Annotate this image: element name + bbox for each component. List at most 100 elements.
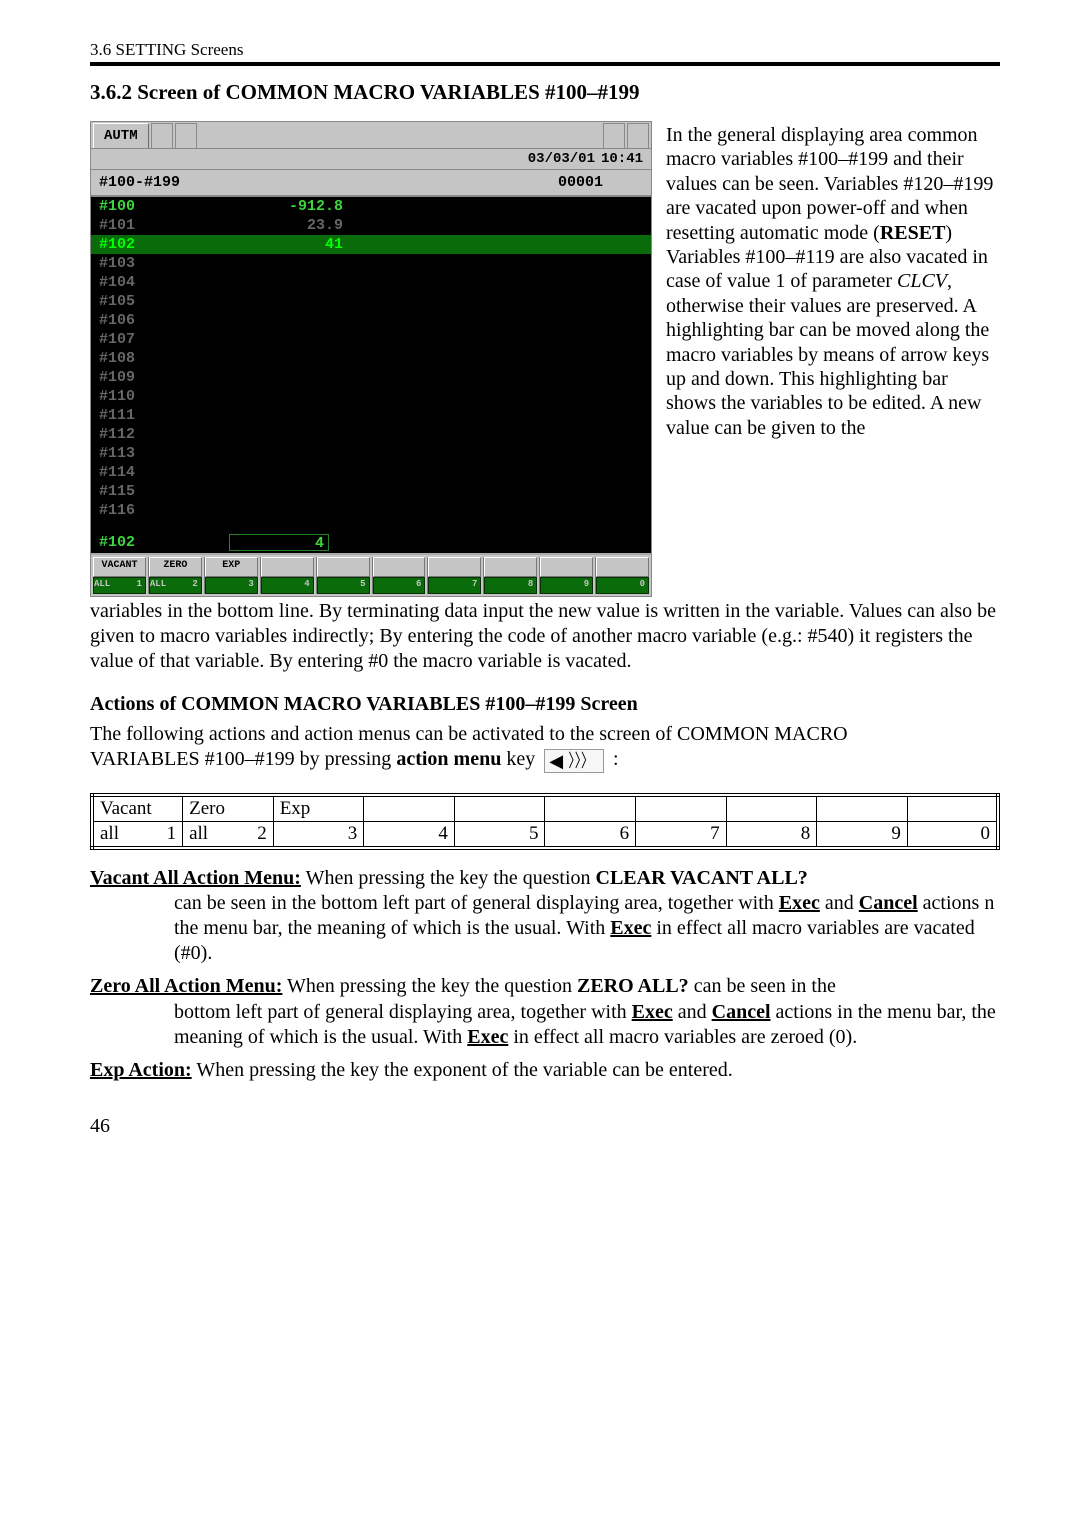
- tab-blank-2[interactable]: [175, 123, 197, 148]
- softkey[interactable]: 4: [260, 557, 314, 594]
- input-value[interactable]: 4: [229, 534, 329, 551]
- macro-id: #102: [99, 236, 169, 253]
- macro-id: #116: [99, 502, 169, 519]
- macro-value: [169, 388, 643, 405]
- softkey-bot: ALL1: [93, 577, 146, 594]
- macro-id: #104: [99, 274, 169, 291]
- def-zero-all: Zero All Action Menu: When pressing the …: [90, 974, 1000, 1050]
- tab-blank-4[interactable]: [627, 123, 649, 148]
- menu-cell-num[interactable]: 3: [273, 821, 364, 848]
- softkey-top: [428, 557, 481, 577]
- softkey[interactable]: 5: [316, 557, 370, 594]
- macro-variable-row[interactable]: #106: [91, 311, 651, 330]
- macro-variable-row[interactable]: #105: [91, 292, 651, 311]
- spacer: [91, 520, 651, 532]
- macro-id: #112: [99, 426, 169, 443]
- menu-cell[interactable]: Vacant: [92, 795, 183, 822]
- macro-variable-row[interactable]: #103: [91, 254, 651, 273]
- softkey[interactable]: 7: [427, 557, 481, 594]
- menu-cell[interactable]: [364, 795, 455, 822]
- def-vacant-body: can be seen in the bottom left part of g…: [174, 891, 1000, 967]
- macro-variable-row[interactable]: #116: [91, 501, 651, 520]
- macro-variable-row[interactable]: #113: [91, 444, 651, 463]
- macro-id: #111: [99, 407, 169, 424]
- col-counter: 00001: [269, 174, 643, 191]
- macro-id: #109: [99, 369, 169, 386]
- softkey-top: [540, 557, 593, 577]
- softkey-bot: 8: [484, 577, 537, 594]
- status-date: 03/03/01: [528, 151, 595, 167]
- menu-cell-num[interactable]: 5: [454, 821, 545, 848]
- status-row: 03/03/01 10:41: [91, 149, 651, 170]
- action-menu-key-icon: ◀〉〉〉: [544, 749, 604, 773]
- menu-cell-num[interactable]: 7: [636, 821, 727, 848]
- macro-value: [169, 312, 643, 329]
- tab-blank-1[interactable]: [151, 123, 173, 148]
- page-number: 46: [90, 1115, 1000, 1138]
- macro-id: #100: [99, 198, 169, 215]
- tab-autm[interactable]: AUTM: [93, 123, 149, 148]
- menu-cell[interactable]: Zero: [183, 795, 274, 822]
- softkey-top: [317, 557, 370, 577]
- menu-cell-num[interactable]: all2: [183, 821, 274, 848]
- macro-variable-row[interactable]: #111: [91, 406, 651, 425]
- menu-cell[interactable]: [726, 795, 817, 822]
- macro-variable-row[interactable]: #108: [91, 349, 651, 368]
- softkey[interactable]: EXP3: [204, 557, 258, 594]
- softkey-top: [261, 557, 314, 577]
- menu-cell-num[interactable]: 4: [364, 821, 455, 848]
- softkey-top: ZERO: [149, 557, 202, 577]
- macro-variable-row[interactable]: #115: [91, 482, 651, 501]
- softkey[interactable]: VACANTALL1: [93, 557, 146, 594]
- macro-value: -912.8: [169, 198, 643, 215]
- macro-value: [169, 407, 643, 424]
- menu-cell[interactable]: [817, 795, 908, 822]
- action-menu-label: action menu: [396, 748, 501, 770]
- description-below: variables in the bottom line. By termina…: [90, 599, 1000, 673]
- macro-variable-row[interactable]: #100-912.8: [91, 197, 651, 216]
- status-time: 10:41: [601, 151, 643, 167]
- menu-cell-num[interactable]: 0: [907, 821, 998, 848]
- macro-id: #110: [99, 388, 169, 405]
- tab-blank-3[interactable]: [603, 123, 625, 148]
- menu-cell-num[interactable]: 8: [726, 821, 817, 848]
- macro-value: [169, 502, 643, 519]
- softkey-top: [484, 557, 537, 577]
- def-zero-first: When pressing the key the question ZERO …: [282, 975, 835, 997]
- macro-variable-row[interactable]: #10241: [91, 235, 651, 254]
- macro-variable-row[interactable]: #10123.9: [91, 216, 651, 235]
- macro-variable-row[interactable]: #107: [91, 330, 651, 349]
- macro-variable-row[interactable]: #112: [91, 425, 651, 444]
- menu-cell[interactable]: [545, 795, 636, 822]
- macro-value: [169, 369, 643, 386]
- macro-variable-row[interactable]: #109: [91, 368, 651, 387]
- macro-value: 23.9: [169, 217, 643, 234]
- menu-cell-num[interactable]: 9: [817, 821, 908, 848]
- menu-cell-num[interactable]: 6: [545, 821, 636, 848]
- macro-variable-row[interactable]: #104: [91, 273, 651, 292]
- macro-variable-row[interactable]: #110: [91, 387, 651, 406]
- macro-value: [169, 426, 643, 443]
- softkey[interactable]: 8: [483, 557, 537, 594]
- softkey-bot: 7: [428, 577, 481, 594]
- softkey[interactable]: 9: [539, 557, 593, 594]
- menu-cell[interactable]: [907, 795, 998, 822]
- input-row: #102 4: [91, 532, 651, 553]
- softkey-bot: 6: [373, 577, 426, 594]
- actions-intro-post: :: [608, 748, 619, 770]
- softkey[interactable]: ZEROALL2: [148, 557, 202, 594]
- softkey-top: [596, 557, 649, 577]
- softkey[interactable]: 0: [595, 557, 649, 594]
- softkey-bar: VACANTALL1ZEROALL2EXP34567890: [91, 553, 651, 596]
- menu-cell[interactable]: [636, 795, 727, 822]
- actions-intro-pre: VARIABLES #100–#199 by pressing: [90, 748, 396, 770]
- actions-heading: Actions of COMMON MACRO VARIABLES #100–#…: [90, 693, 1000, 716]
- softkey[interactable]: 6: [372, 557, 426, 594]
- menu-cell-num[interactable]: all1: [92, 821, 183, 848]
- menu-cell[interactable]: Exp: [273, 795, 364, 822]
- menu-cell[interactable]: [454, 795, 545, 822]
- macro-id: #114: [99, 464, 169, 481]
- macro-id: #115: [99, 483, 169, 500]
- description-right: In the general displaying area common ma…: [666, 121, 1000, 440]
- macro-variable-row[interactable]: #114: [91, 463, 651, 482]
